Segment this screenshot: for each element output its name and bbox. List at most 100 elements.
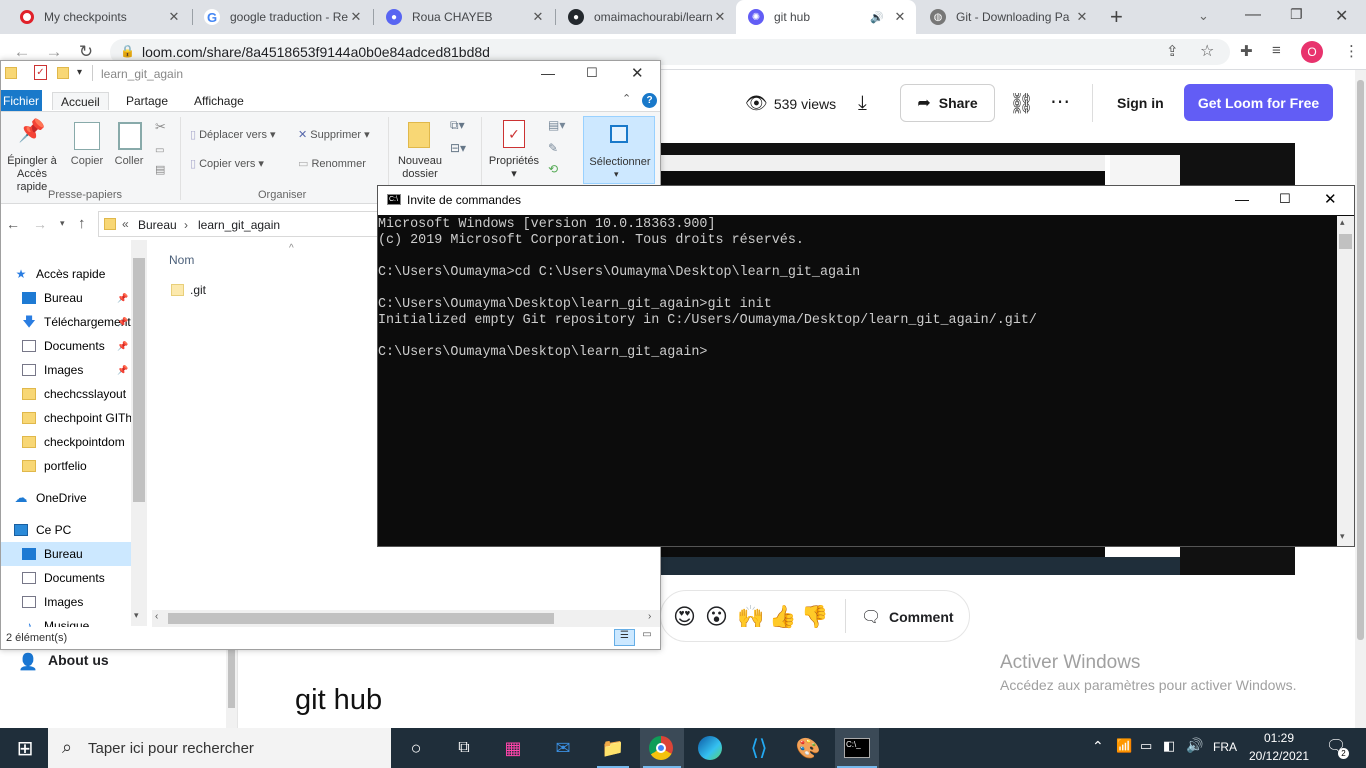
audio-playing-icon[interactable]: 🔊 [870, 11, 884, 24]
close-icon[interactable]: ✕ [1324, 190, 1337, 208]
column-header-name[interactable]: Nom [169, 253, 194, 267]
close-tab-icon[interactable]: ✕ [166, 9, 182, 25]
file-explorer-taskbar-icon[interactable]: 📁 [600, 735, 626, 761]
close-tab-icon[interactable]: ✕ [892, 9, 908, 25]
clock-date[interactable]: 20/12/2021 [1249, 749, 1309, 763]
cortana-icon[interactable]: ○ [403, 735, 429, 761]
delete-button[interactable]: ✕ Supprimer ▾ [298, 129, 370, 142]
nav-item-checkpointdom[interactable]: checkpointdom [22, 430, 137, 454]
nav-item-onedrive[interactable]: ☁ OneDrive [14, 486, 129, 510]
recent-dropdown-icon[interactable]: ▾ [60, 218, 65, 229]
windows-start-icon[interactable]: ⊞ [12, 735, 38, 761]
wow-reaction[interactable]: 😮 [705, 604, 728, 630]
mail-icon[interactable]: ✉ [550, 735, 576, 761]
new-folder-button[interactable]: Nouveau dossier [392, 155, 448, 181]
new-tab-icon[interactable]: + [1110, 4, 1123, 30]
maximize-icon[interactable]: ☐ [1279, 191, 1291, 207]
collapse-ribbon-icon[interactable]: ⌃ [622, 92, 631, 105]
tab-git-downloading[interactable]: ◍ Git - Downloading Pa ✕ [918, 0, 1098, 34]
tab-google-traduction[interactable]: G google traduction - Re ✕ [192, 0, 372, 34]
store-icon[interactable]: ▦ [500, 735, 526, 761]
vscode-icon[interactable]: ⟨⟩ [746, 735, 772, 761]
breadcrumb-bureau[interactable]: Bureau [138, 218, 177, 232]
new-item-icon[interactable]: ⧉▾ [450, 119, 465, 132]
raised-hands-reaction[interactable]: 🙌 [737, 604, 764, 630]
tab-fichier[interactable]: Fichier [1, 90, 42, 112]
tab-github[interactable]: ● omaimachourabi/learn ✕ [556, 0, 736, 34]
content-hscrollbar[interactable]: ‹ › [152, 610, 660, 627]
sign-in-link[interactable]: Sign in [1117, 95, 1164, 111]
paste-button[interactable]: Coller [110, 155, 148, 168]
forward-icon[interactable]: → [33, 216, 47, 232]
chrome-taskbar-icon[interactable] [649, 736, 673, 760]
share-button[interactable]: ➦ Share [900, 84, 995, 122]
thumbs-down-reaction[interactable]: 👎 [801, 604, 828, 630]
page-scrollbar[interactable] [1355, 70, 1366, 728]
copy-path-icon[interactable]: ▭ [155, 144, 164, 157]
task-view-icon[interactable]: ⧉ [451, 735, 477, 761]
extensions-icon[interactable]: ✚ [1240, 42, 1253, 60]
copy-button[interactable]: Copier [68, 155, 106, 168]
show-hidden-icons[interactable]: ⌃ [1092, 738, 1104, 755]
tab-search-icon[interactable]: ⌄ [1198, 8, 1209, 24]
breadcrumb-current[interactable]: learn_git_again [198, 218, 280, 232]
download-icon[interactable]: ⤓ [858, 92, 867, 115]
nav-item-documents[interactable]: Documents [22, 566, 137, 590]
network-icon[interactable]: 📶 [1116, 738, 1132, 754]
edit-icon[interactable]: ✎ [548, 142, 558, 155]
minimize-icon[interactable]: — [1245, 6, 1261, 24]
paste-shortcut-icon[interactable]: ▤ [155, 164, 165, 177]
history-icon[interactable]: ⟲ [548, 163, 558, 176]
minimize-icon[interactable]: — [541, 65, 555, 81]
nav-item-chechpoint-gith[interactable]: chechpoint GITh [22, 406, 137, 430]
move-to-button[interactable]: ▯ Déplacer vers ▾ [190, 129, 276, 142]
heart-eyes-reaction[interactable]: 😍 [673, 604, 696, 630]
rename-button[interactable]: ▭ Renommer [298, 158, 366, 171]
restore-icon[interactable]: ❐ [1290, 6, 1303, 23]
link-icon[interactable]: ⛓ [1009, 91, 1034, 116]
easy-access-icon[interactable]: ⊟▾ [450, 142, 466, 155]
meet-icon[interactable]: ◧ [1163, 738, 1175, 754]
get-loom-button[interactable]: Get Loom for Free [1184, 84, 1333, 121]
nav-item-ce-pc[interactable]: Ce PC [14, 518, 129, 542]
up-icon[interactable]: ↑ [78, 215, 86, 232]
copy-to-button[interactable]: ▯ Copier vers ▾ [190, 158, 264, 171]
comment-button[interactable]: Comment [889, 609, 954, 625]
back-icon[interactable]: ← [6, 216, 20, 232]
share-page-icon[interactable]: ⇪ [1166, 42, 1179, 60]
properties-quick-icon[interactable]: ✓ [34, 65, 47, 80]
large-icons-view-icon[interactable]: ▭ [638, 629, 656, 646]
bookmark-star-icon[interactable]: ☆ [1200, 41, 1214, 61]
new-folder-quick-icon[interactable] [57, 67, 69, 79]
paint-icon[interactable]: 🎨 [795, 735, 821, 761]
maximize-icon[interactable]: ☐ [586, 65, 598, 81]
media-control-icon[interactable]: ≡ [1272, 42, 1281, 59]
close-tab-icon[interactable]: ✕ [712, 9, 728, 25]
edge-icon[interactable] [698, 736, 722, 760]
battery-icon[interactable]: ▭ [1140, 738, 1152, 754]
select-group[interactable]: Sélectionner ▾ [583, 116, 655, 184]
chrome-menu-icon[interactable]: ⋮ [1344, 42, 1359, 60]
close-tab-icon[interactable]: ✕ [1074, 9, 1090, 25]
help-icon[interactable]: ? [642, 93, 657, 108]
cut-icon[interactable]: ✂ [155, 120, 166, 133]
cmd-output[interactable]: Microsoft Windows [version 10.0.18363.90… [378, 217, 1336, 545]
about-us-link[interactable]: About us [48, 652, 109, 668]
clock-time[interactable]: 01:29 [1249, 731, 1309, 745]
more-icon[interactable]: ⋯ [1050, 89, 1070, 114]
nav-item-images[interactable]: Images [22, 590, 137, 614]
file-row[interactable]: .git [171, 280, 401, 300]
profile-avatar[interactable]: O [1301, 41, 1323, 63]
open-icon[interactable]: ▤▾ [548, 119, 565, 132]
thumbs-up-reaction[interactable]: 👍 [769, 604, 796, 630]
properties-button[interactable]: Propriétés ▾ [484, 155, 544, 181]
tab-my-checkpoints[interactable]: My checkpoints ✕ [8, 0, 190, 34]
tab-roua-chayeb[interactable]: ● Roua CHAYEB ✕ [374, 0, 554, 34]
tab-accueil[interactable]: Accueil [52, 92, 109, 110]
minimize-icon[interactable]: — [1235, 191, 1249, 207]
nav-item-chechcsslayout[interactable]: chechcsslayout [22, 382, 137, 406]
nav-item-acc-s-rapide[interactable]: ★ Accès rapide [14, 262, 129, 286]
explorer-address-bar[interactable]: « Bureau › learn_git_again [98, 211, 378, 237]
cmd-taskbar-icon[interactable]: C:\_ [844, 738, 870, 758]
tab-git-hub[interactable]: ✺ git hub 🔊 ✕ [736, 0, 916, 34]
